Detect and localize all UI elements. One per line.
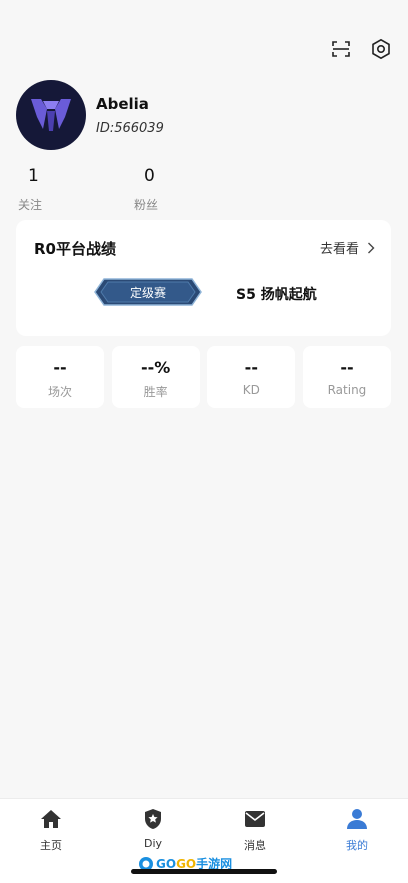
season-text: S5 扬帆起航 <box>236 287 317 303</box>
view-more-label: 去看看 <box>319 242 359 257</box>
tab-label: 主页 <box>40 839 62 852</box>
following-number: 1 <box>28 166 39 186</box>
home-icon <box>39 807 63 831</box>
following-count[interactable]: 1 关注 <box>16 166 124 213</box>
stat-label: KD <box>242 383 260 397</box>
top-toolbar <box>330 38 392 60</box>
tab-home[interactable]: 主页 <box>0 799 102 883</box>
follow-counts: 1 关注 0 粉丝 <box>16 166 228 213</box>
stat-value: -- <box>53 358 67 377</box>
record-title: R0平台战绩 <box>34 240 116 258</box>
followers-count[interactable]: 0 粉丝 <box>124 166 228 213</box>
scan-icon[interactable] <box>330 38 352 60</box>
mail-icon <box>243 807 267 831</box>
rank-badge: 定级赛 <box>94 278 202 306</box>
stat-rating: -- Rating <box>302 346 391 408</box>
tab-label: 我的 <box>346 839 368 852</box>
stats-row: -- 场次 --% 胜率 -- KD -- Rating <box>16 346 391 408</box>
shield-star-icon <box>141 807 165 831</box>
tab-label: Diy <box>143 837 163 850</box>
view-more-link[interactable]: 去看看 <box>320 238 375 257</box>
stat-kd: -- KD <box>207 346 296 408</box>
tab-label: 消息 <box>244 839 266 852</box>
stat-label: 场次 <box>47 385 72 399</box>
avatar[interactable] <box>16 80 86 150</box>
user-icon <box>345 807 369 831</box>
profile-id: ID:566039 <box>96 120 164 136</box>
stat-label: 胜率 <box>143 385 168 399</box>
stat-matches: -- 场次 <box>16 346 104 408</box>
home-indicator[interactable] <box>131 869 277 874</box>
profile-name: Abelia <box>96 94 149 113</box>
stat-label: Rating <box>327 383 367 397</box>
settings-icon[interactable] <box>370 38 392 60</box>
rank-label: 定级赛 <box>129 286 166 300</box>
tab-me[interactable]: 我的 <box>306 799 408 883</box>
stat-winrate: --% 胜率 <box>111 346 200 408</box>
chevron-right-icon <box>368 242 375 253</box>
stat-value: -- <box>244 358 258 377</box>
team-logo-icon <box>31 99 71 131</box>
platform-record-card: R0平台战绩 去看看 定级赛 S5 扬帆起航 <box>16 220 391 336</box>
following-label: 关注 <box>18 198 43 212</box>
stat-value: -- <box>340 358 354 377</box>
followers-number: 0 <box>144 166 155 186</box>
profile-header: Abelia ID:566039 <box>16 80 164 150</box>
stat-value: --% <box>141 358 171 377</box>
followers-label: 粉丝 <box>134 198 159 212</box>
